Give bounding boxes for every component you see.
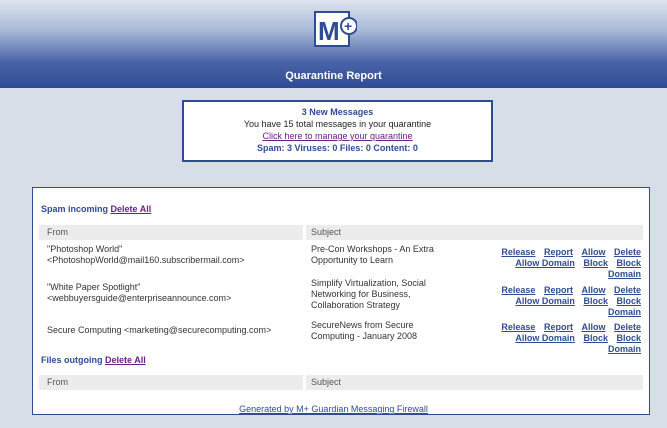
release-link[interactable]: Release (501, 247, 535, 257)
subject-line: Computing - January 2008 (311, 331, 418, 341)
page-title: Quarantine Report (285, 70, 382, 82)
block-link[interactable]: Block (583, 333, 608, 343)
col-subject-header: Subject (311, 227, 342, 237)
table-row: "Photoshop World" <PhotoshopWorld@mail16… (39, 244, 643, 279)
subject-line: Collaboration Strategy (311, 300, 401, 310)
row-actions: Release Report Allow Delete Allow Domain… (491, 247, 641, 280)
row-subject: Pre-Con Workshops - An Extra Opportunity… (311, 244, 461, 266)
footer: Generated by M+ Guardian Messaging Firew… (0, 404, 667, 414)
svg-text:M: M (318, 16, 340, 46)
col-subject-header: Subject (311, 377, 342, 387)
mplus-logo: M + (314, 11, 357, 47)
spam-section-title: Spam incoming Delete All (41, 204, 151, 214)
block-link[interactable]: Block (583, 296, 608, 306)
row-subject: Simplify Virtualization, Social Networki… (311, 278, 461, 311)
from-line: <PhotoshopWorld@mail160.subscribermail.c… (47, 255, 245, 265)
header-banner: M + Quarantine Report (0, 0, 667, 88)
table-row: "White Paper Spotlight" <webbuyersguide@… (39, 278, 643, 317)
quarantine-panel: Spam incoming Delete All From Subject "P… (32, 187, 650, 415)
subject-line: Opportunity to Learn (311, 255, 394, 265)
quarantine-summary-box: 3 New Messages You have 15 total message… (182, 100, 493, 162)
files-section-title: Files outgoing Delete All (41, 355, 146, 365)
allow-link[interactable]: Allow (581, 285, 605, 295)
table-row: Secure Computing <marketing@securecomput… (39, 320, 643, 354)
subject-line: Networking for Business, (311, 289, 411, 299)
column-divider (303, 375, 306, 390)
files-section-label: Files outgoing (41, 355, 103, 365)
report-link[interactable]: Report (544, 285, 573, 295)
from-line: Secure Computing <marketing@securecomput… (47, 325, 272, 335)
subject-line: SecureNews from Secure (311, 320, 414, 330)
subject-line: Simplify Virtualization, Social (311, 278, 426, 288)
report-link[interactable]: Report (544, 322, 573, 332)
from-line: "White Paper Spotlight" (47, 282, 141, 292)
delete-link[interactable]: Delete (614, 322, 641, 332)
column-divider (303, 225, 306, 240)
spam-section-label: Spam incoming (41, 204, 109, 214)
release-link[interactable]: Release (501, 322, 535, 332)
release-link[interactable]: Release (501, 285, 535, 295)
row-from: "Photoshop World" <PhotoshopWorld@mail16… (47, 244, 307, 266)
spam-delete-all-link[interactable]: Delete All (111, 204, 152, 214)
report-link[interactable]: Report (544, 247, 573, 257)
from-line: <webbuyersguide@enterpriseannounce.com> (47, 293, 232, 303)
allow-domain-link[interactable]: Allow Domain (515, 258, 575, 268)
allow-domain-link[interactable]: Allow Domain (515, 333, 575, 343)
col-from-header: From (47, 377, 68, 387)
category-counts: Spam: 3 Viruses: 0 Files: 0 Content: 0 (257, 143, 418, 153)
subject-line: Pre-Con Workshops - An Extra (311, 244, 434, 254)
from-line: "Photoshop World" (47, 244, 123, 254)
spam-column-header: From Subject (39, 225, 643, 240)
delete-link[interactable]: Delete (614, 247, 641, 257)
row-actions: Release Report Allow Delete Allow Domain… (491, 322, 641, 355)
col-from-header: From (47, 227, 68, 237)
block-link[interactable]: Block (583, 258, 608, 268)
allow-domain-link[interactable]: Allow Domain (515, 296, 575, 306)
total-messages-text: You have 15 total messages in your quara… (243, 119, 432, 129)
files-delete-all-link[interactable]: Delete All (105, 355, 146, 365)
manage-quarantine-link[interactable]: Click here to manage your quarantine (262, 131, 412, 141)
block-domain-link[interactable]: Block Domain (608, 333, 641, 354)
block-domain-link[interactable]: Block Domain (608, 296, 641, 317)
row-from: "White Paper Spotlight" <webbuyersguide@… (47, 282, 307, 304)
allow-link[interactable]: Allow (581, 322, 605, 332)
delete-link[interactable]: Delete (614, 285, 641, 295)
row-from: Secure Computing <marketing@securecomput… (47, 325, 307, 336)
row-subject: SecureNews from Secure Computing - Janua… (311, 320, 461, 342)
block-domain-link[interactable]: Block Domain (608, 258, 641, 279)
allow-link[interactable]: Allow (581, 247, 605, 257)
row-actions: Release Report Allow Delete Allow Domain… (491, 285, 641, 318)
firewall-footer-link[interactable]: Generated by M+ Guardian Messaging Firew… (239, 404, 428, 414)
files-column-header: From Subject (39, 375, 643, 390)
new-messages-count: 3 New Messages (301, 107, 374, 117)
svg-text:+: + (344, 18, 352, 34)
